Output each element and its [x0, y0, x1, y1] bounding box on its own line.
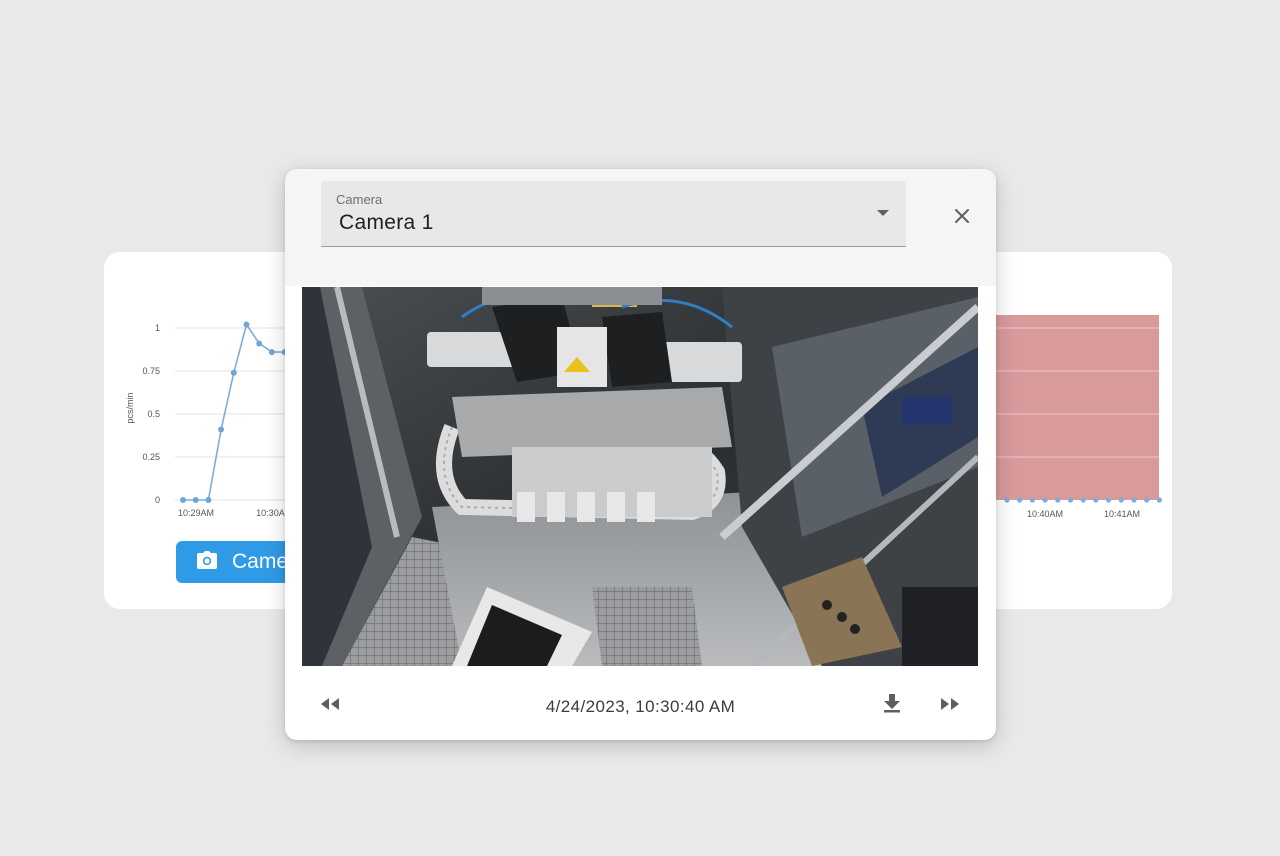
dialog-header: Camera Camera 1 [285, 169, 996, 286]
camera-button-label: Came [232, 550, 288, 573]
download-icon [884, 694, 900, 713]
y-tick-label: 0.25 [142, 452, 160, 462]
chevron-down-icon [877, 210, 889, 216]
data-point [205, 497, 212, 503]
download-button[interactable] [883, 693, 901, 713]
camera-dialog: Camera Camera 1 4/24/2023, 10:30:40 AM [285, 169, 996, 740]
camera-snapshot [302, 287, 978, 666]
data-point [1131, 497, 1137, 503]
data-point [230, 369, 237, 376]
camera-select-value: Camera 1 [339, 211, 434, 234]
camera-select-label: Camera [336, 192, 383, 207]
data-point [1004, 497, 1010, 503]
y-tick-label: 0.75 [142, 366, 160, 376]
close-icon [955, 209, 969, 223]
data-point [1106, 497, 1112, 503]
data-point [243, 321, 250, 328]
production-rate-chart: pcs/min 10.750.50.250 10:29AM 10:30AM [125, 321, 300, 518]
data-point [256, 340, 263, 347]
data-point [1042, 497, 1048, 503]
alarm-area-chart: 10:40AM 10:41AM [996, 315, 1162, 519]
data-point [1080, 497, 1086, 503]
x-tick-label: 10:40AM [1027, 509, 1063, 519]
y-tick-label: 1 [155, 323, 160, 333]
x-tick-label: 10:29AM [178, 508, 214, 518]
data-point [268, 349, 275, 356]
camera-select[interactable]: Camera Camera 1 [321, 181, 906, 247]
close-button[interactable] [951, 205, 973, 227]
data-point [1067, 497, 1074, 503]
data-point [1118, 497, 1124, 503]
data-point [218, 426, 225, 433]
data-point [1156, 497, 1162, 503]
data-point [1055, 497, 1061, 503]
data-point [1029, 497, 1035, 503]
data-point [192, 497, 199, 503]
area-fill [996, 315, 1159, 500]
data-point [180, 497, 186, 503]
data-point [1144, 497, 1150, 503]
y-tick-label: 0 [155, 495, 160, 505]
x-tick-label: 10:41AM [1104, 509, 1140, 519]
fast-forward-icon [941, 698, 959, 710]
next-button[interactable] [939, 696, 961, 712]
camera-button[interactable]: Came [176, 541, 288, 583]
camera-icon [196, 550, 218, 575]
chart-ylabel: pcs/min [125, 392, 135, 423]
data-point [1093, 497, 1099, 503]
y-tick-label: 0.5 [147, 409, 160, 419]
data-point [1017, 497, 1023, 503]
